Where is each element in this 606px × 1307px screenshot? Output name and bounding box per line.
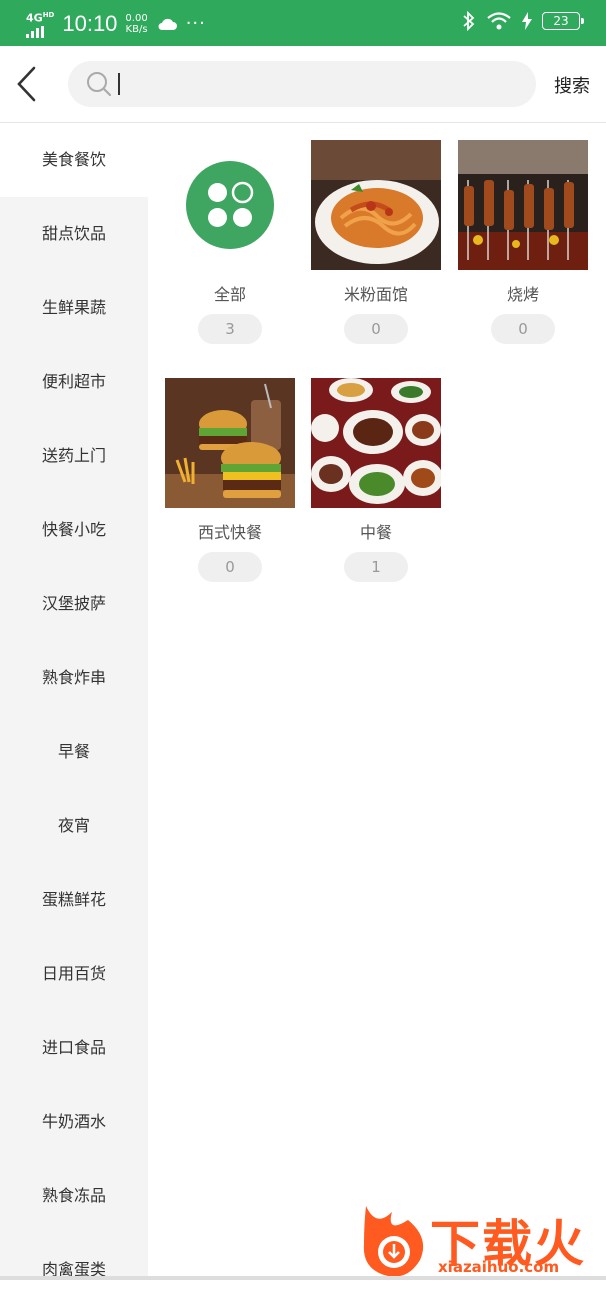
sidebar-item-riyong[interactable]: 日用百货 [0, 937, 148, 1011]
battery-icon: 23 [542, 12, 584, 30]
tile-label: 烧烤 [506, 285, 539, 304]
charging-icon [522, 12, 532, 30]
burger-photo [165, 378, 295, 508]
status-right: 23 [462, 11, 584, 31]
sidebar-item-jinkou[interactable]: 进口食品 [0, 1011, 148, 1085]
search-icon [87, 72, 112, 97]
tile-count-badge: 3 [198, 314, 262, 344]
text-caret [118, 73, 120, 95]
sidebar-item-tiandian[interactable]: 甜点饮品 [0, 197, 148, 271]
sidebar-item-kuaican[interactable]: 快餐小吃 [0, 493, 148, 567]
tile-label: 米粉面馆 [343, 285, 408, 304]
tile-label: 西式快餐 [197, 523, 262, 542]
search-button[interactable]: 搜索 [554, 72, 590, 98]
clock: 10:10 [62, 10, 118, 36]
category-sidebar: 美食餐饮 甜点饮品 生鲜果蔬 便利超市 送药上门 快餐小吃 汉堡披萨 熟食炸串 … [0, 123, 148, 1280]
subcategory-tile-chinese[interactable]: 中餐 1 [311, 378, 441, 582]
clover-icon [186, 161, 274, 249]
noodle-photo [311, 140, 441, 270]
tile-label: 全部 [213, 285, 246, 304]
signal-indicator: 4GHD [26, 10, 54, 38]
tile-count-badge: 0 [491, 314, 555, 344]
tile-count-badge: 0 [344, 314, 408, 344]
sidebar-item-yexiao[interactable]: 夜宵 [0, 789, 148, 863]
cloud-icon [158, 18, 177, 30]
sidebar-item-niunai[interactable]: 牛奶酒水 [0, 1085, 148, 1159]
wifi-icon [487, 12, 511, 30]
sidebar-item-shengxian[interactable]: 生鲜果蔬 [0, 271, 148, 345]
search-input[interactable] [118, 69, 522, 101]
sidebar-item-meishi[interactable]: 美食餐饮 [0, 123, 148, 197]
network-sup: HD [42, 11, 55, 19]
speed-value: 0.00 [125, 12, 148, 24]
network-speed: 0.00 KB/s [125, 13, 147, 35]
search-header: 搜索 [0, 46, 606, 123]
sidebar-item-rouqin[interactable]: 肉禽蛋类 [0, 1233, 148, 1307]
watermark-logo: 下载火 xiazaihuo.com [356, 1198, 606, 1280]
subcategory-tile-noodles[interactable]: 米粉面馆 0 [311, 140, 441, 344]
search-box[interactable] [68, 61, 536, 107]
watermark-url: xiazaihuo.com [438, 1258, 560, 1276]
sidebar-item-dangao[interactable]: 蛋糕鲜花 [0, 863, 148, 937]
network-type: 4G [26, 11, 43, 25]
subcategory-tile-bbq[interactable]: 烧烤 0 [458, 140, 588, 344]
speed-unit: KB/s [125, 23, 148, 35]
status-left: 4GHD 10:10 0.00 KB/s ··· [26, 10, 206, 38]
signal-bars-icon [26, 25, 54, 38]
status-bar: 4GHD 10:10 0.00 KB/s ··· 23 [0, 0, 606, 46]
bbq-photo [458, 140, 588, 270]
sidebar-item-bianli[interactable]: 便利超市 [0, 345, 148, 419]
tile-count-badge: 0 [198, 552, 262, 582]
more-icon: ··· [185, 13, 206, 35]
chinese-dishes-photo [311, 378, 441, 508]
bluetooth-icon [463, 11, 475, 31]
tile-count-badge: 1 [344, 552, 408, 582]
tile-image [165, 140, 295, 270]
sidebar-item-hanbao[interactable]: 汉堡披萨 [0, 567, 148, 641]
sidebar-item-shushi[interactable]: 熟食炸串 [0, 641, 148, 715]
back-arrow-icon[interactable] [14, 66, 44, 102]
subcategory-tile-all[interactable]: 全部 3 [165, 140, 295, 344]
sidebar-item-dongpin[interactable]: 熟食冻品 [0, 1159, 148, 1233]
bottom-divider [0, 1276, 606, 1280]
sidebar-item-zaocan[interactable]: 早餐 [0, 715, 148, 789]
subcategory-tile-western-fastfood[interactable]: 西式快餐 0 [165, 378, 295, 582]
flame-logo-icon [363, 1206, 424, 1277]
sidebar-item-songyao[interactable]: 送药上门 [0, 419, 148, 493]
tile-label: 中餐 [359, 523, 392, 542]
